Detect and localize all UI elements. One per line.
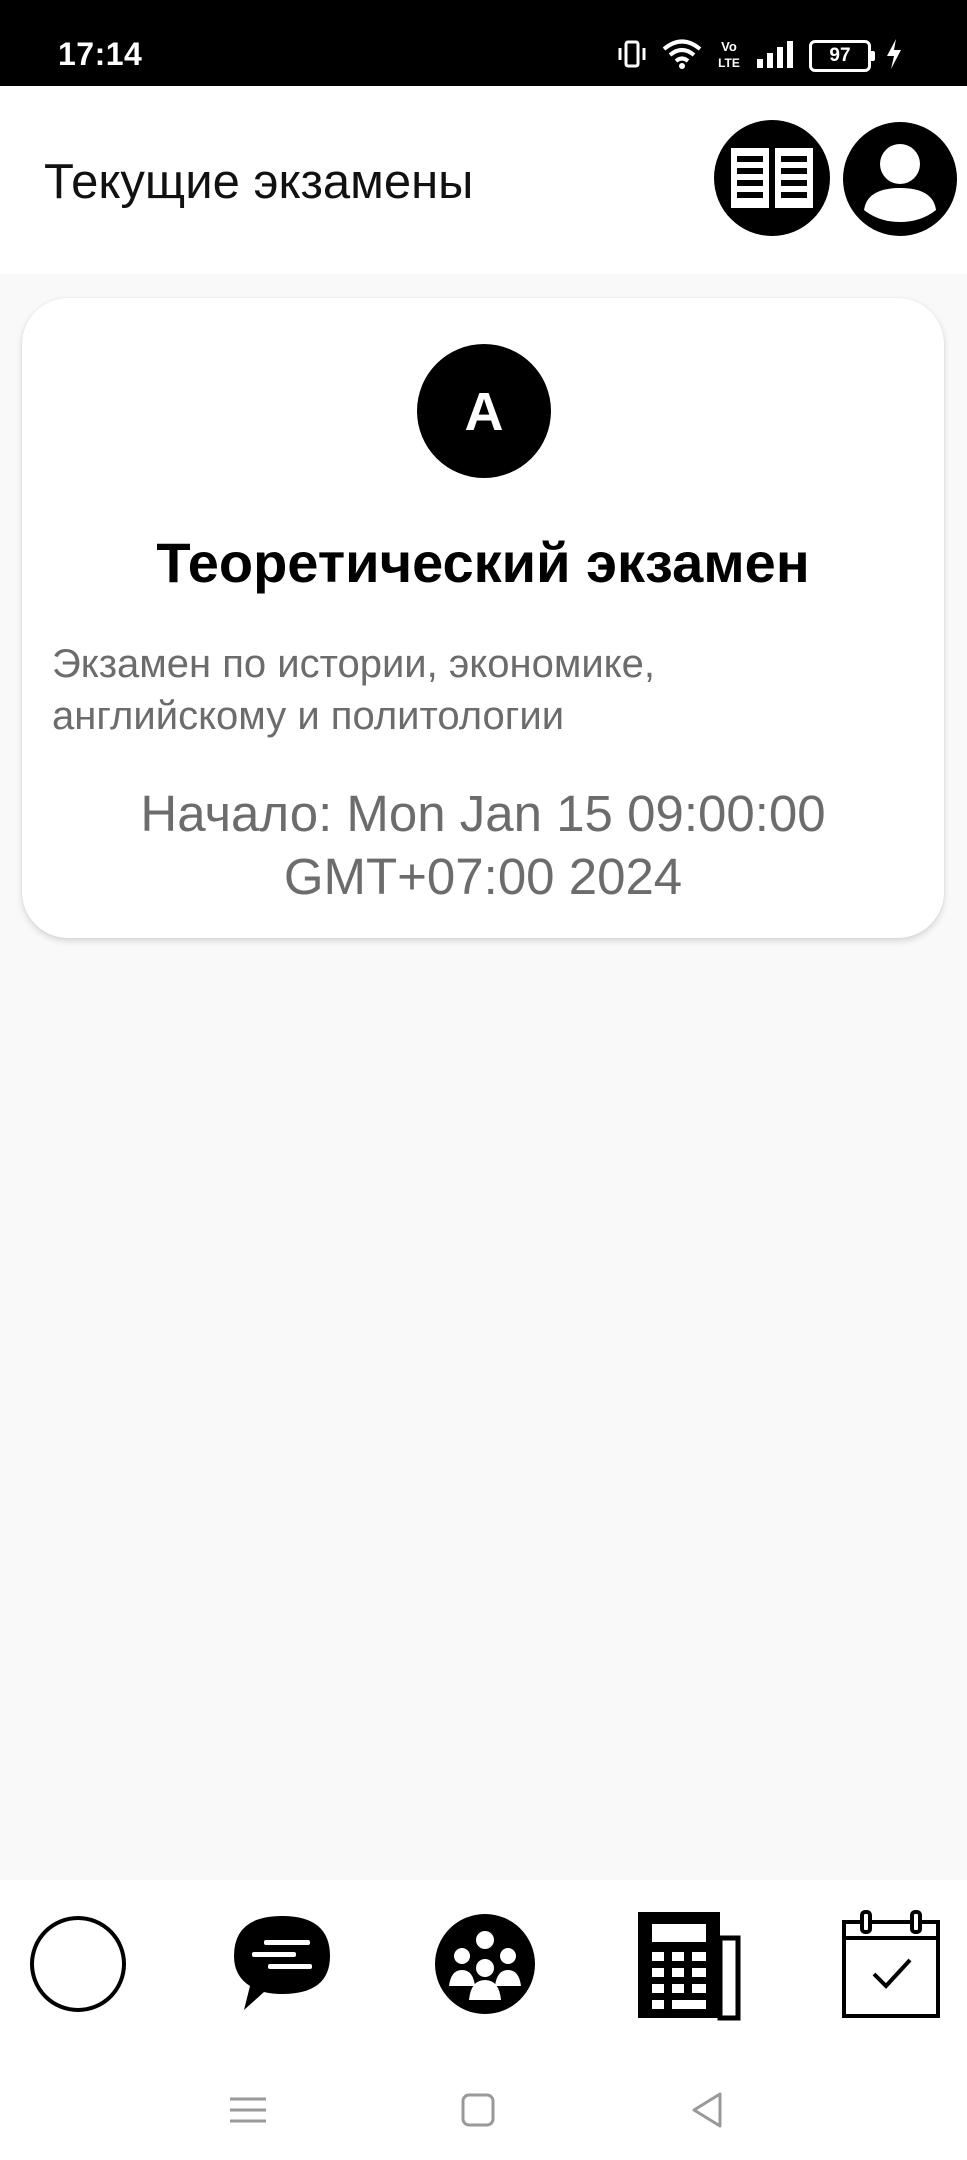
avatar-letter: A (465, 382, 504, 442)
back-button[interactable] (678, 2080, 738, 2140)
volte-icon: Vo LTE (717, 37, 741, 76)
empty-circle-icon (30, 1916, 126, 2012)
calculator-icon (638, 1912, 741, 2021)
calendar-check-icon (842, 1910, 940, 2018)
wifi-icon (661, 38, 703, 75)
network-label: Vo (721, 39, 737, 54)
nav-item-chat[interactable] (222, 1904, 342, 2024)
nav-item-calendar[interactable] (830, 1904, 950, 2024)
recent-apps-button[interactable] (218, 2080, 278, 2140)
nav-item-calculator[interactable] (628, 1904, 748, 2024)
network-label-lte: LTE (718, 56, 740, 70)
status-icons: Vo LTE 97 (617, 36, 903, 76)
nav-item-groups[interactable] (425, 1904, 545, 2024)
exam-card[interactable]: A Теоретический экзамен Экзамен по истор… (22, 298, 944, 938)
letter-a-icon: A (465, 382, 504, 442)
status-bar: 17:14 Vo LTE 97 (0, 0, 967, 86)
charging-icon (885, 38, 903, 75)
system-nav-bar (0, 2050, 967, 2160)
exam-title: Теоретический экзамен (156, 531, 810, 594)
books-button[interactable] (714, 120, 830, 236)
back-icon (692, 2092, 722, 2128)
exam-avatar: A (417, 344, 551, 478)
vibrate-icon (617, 38, 647, 75)
exam-description: Экзамен по истории, экономике, английско… (52, 642, 655, 738)
menu-icon (230, 2097, 266, 2123)
profile-button[interactable] (843, 122, 957, 236)
app-header: Текущие экзамены (0, 86, 967, 274)
page-title: Текущие экзамены (44, 155, 474, 209)
group-icon (435, 1914, 535, 2014)
exam-start-time: Начало: Mon Jan 15 09:00:00 GMT+07:00 20… (140, 785, 826, 905)
books-icon (731, 148, 813, 208)
nav-item-home[interactable] (18, 1904, 138, 2024)
signal-icon (755, 39, 795, 74)
home-icon (461, 2093, 495, 2127)
home-button[interactable] (448, 2080, 508, 2140)
chat-bubble-icon (234, 1916, 330, 2010)
status-time: 17:14 (58, 36, 143, 72)
profile-icon (864, 144, 936, 222)
battery-icon: 97 (809, 40, 875, 72)
